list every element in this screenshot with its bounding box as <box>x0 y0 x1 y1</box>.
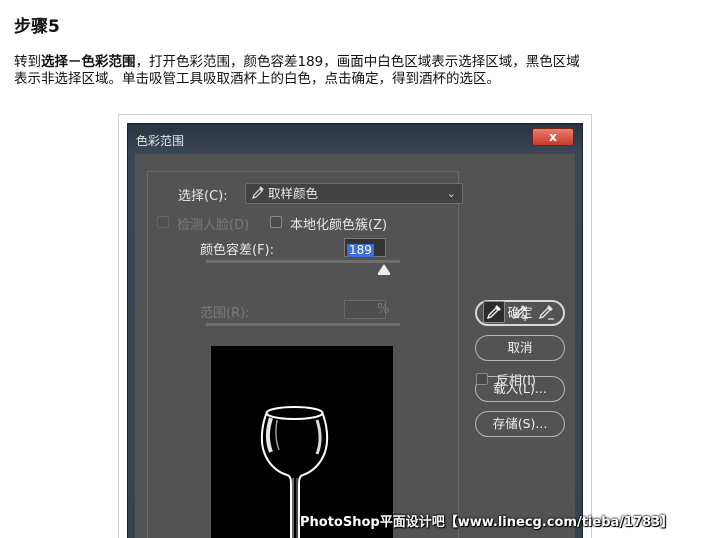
save-button[interactable]: 存储(S)... <box>475 411 565 437</box>
detect-faces-checkbox[interactable] <box>157 216 169 228</box>
eyedropper-plus-icon[interactable] <box>509 301 531 323</box>
instruction-text: 转到选择－色彩范围，打开色彩范围，颜色容差189，画面中白色区域表示选择区域，黑… <box>14 54 704 88</box>
instruction-menu-path: 选择－色彩范围 <box>41 54 136 70</box>
range-slider-track[interactable] <box>206 323 400 326</box>
window-title: 色彩范围 <box>136 134 185 148</box>
eyedropper-minus-icon[interactable] <box>535 301 557 323</box>
fuzziness-label: 颜色容差(F): <box>200 243 275 258</box>
select-dropdown[interactable]: 取样颜色 ⌄ <box>245 183 463 204</box>
eyedropper-icon <box>252 185 264 205</box>
dialog-body: 选择(C): 取样颜色 ⌄ 检测人脸(D) 本地化颜色簇(Z) 颜色容差(F):… <box>135 154 575 538</box>
window-titlebar[interactable]: 色彩范围 x <box>128 124 582 152</box>
wine-glass-image <box>260 406 329 538</box>
selection-preview[interactable] <box>211 346 393 538</box>
close-button[interactable]: x <box>532 128 574 146</box>
instruction-line1: ，打开色彩范围，颜色容差189，画面中白色区域表示选择区域，黑色区域 <box>135 54 580 70</box>
watermark: PhotoShop平面设计吧【www.linecg.com/tieba/1783… <box>300 515 674 530</box>
range-label: 范围(R): <box>200 306 250 321</box>
instruction-line2: 表示非选择区域。单击吸管工具吸取酒杯上的白色，点击确定，得到酒杯的选区。 <box>14 71 500 87</box>
invert-checkbox[interactable] <box>476 373 488 385</box>
color-range-window: 色彩范围 x 选择(C): 取样颜色 ⌄ 检测人脸(D) 本地化颜色簇(Z) 颜… <box>127 123 583 538</box>
chevron-down-icon: ⌄ <box>446 187 456 200</box>
detect-faces-label: 检测人脸(D) <box>177 218 250 233</box>
localized-clusters-checkbox[interactable] <box>270 216 282 228</box>
eyedropper-icon[interactable] <box>483 301 505 323</box>
fuzziness-slider-thumb[interactable] <box>378 264 391 275</box>
fuzziness-input[interactable]: 189 <box>344 238 386 257</box>
fuzziness-value: 189 <box>347 243 374 257</box>
invert-label: 反相(I) <box>496 374 536 389</box>
localized-clusters-label: 本地化颜色簇(Z) <box>290 218 388 233</box>
fuzziness-slider-track[interactable] <box>206 260 400 263</box>
instruction-prefix: 转到 <box>14 54 41 70</box>
select-value: 取样颜色 <box>268 186 319 201</box>
select-label: 选择(C): <box>178 189 228 204</box>
cancel-button[interactable]: 取消 <box>475 335 565 361</box>
step-title: 步骤5 <box>14 17 60 37</box>
range-unit: % <box>377 302 390 317</box>
